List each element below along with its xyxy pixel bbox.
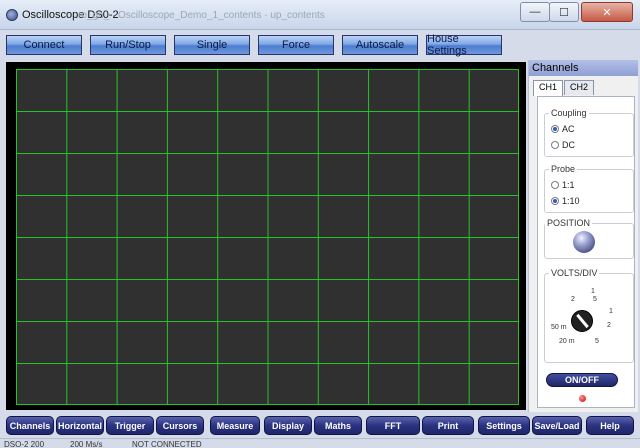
coupling-ac-radio[interactable]: AC xyxy=(551,124,575,134)
position-knob[interactable] xyxy=(573,231,595,253)
channel-status-led xyxy=(579,395,586,402)
position-label: POSITION xyxy=(545,218,593,228)
probe-1-10-radio[interactable]: 1:10 xyxy=(551,196,580,206)
horizontal-button[interactable]: Horizontal xyxy=(56,416,104,435)
display-button[interactable]: Display xyxy=(264,416,312,435)
force-button[interactable]: Force xyxy=(258,35,334,55)
channel-onoff-button[interactable]: ON/OFF xyxy=(546,373,618,387)
volts-div-group: VOLTS/DIV 1 2 5 1 2 50 m 20 m 5 xyxy=(544,268,634,363)
channels-button[interactable]: Channels xyxy=(6,416,54,435)
channel-settings: Coupling AC DC Probe 1:1 1:10 POSITION V… xyxy=(537,96,635,408)
dial-label: 2 xyxy=(607,322,611,329)
dial-label: 1 xyxy=(591,288,595,295)
probe-1-10-label: 1:10 xyxy=(562,196,580,206)
coupling-label: Coupling xyxy=(549,108,589,118)
dial-label: 20 m xyxy=(559,338,575,345)
top-toolbar: Connect Run/Stop Single Force Autoscale … xyxy=(0,30,640,60)
probe-1-1-radio[interactable]: 1:1 xyxy=(551,180,575,190)
volts-div-knob[interactable] xyxy=(571,310,593,332)
house-settings-button[interactable]: House Settings xyxy=(426,33,502,57)
cursors-button[interactable]: Cursors xyxy=(156,416,204,435)
status-rate: 200 Ms/s xyxy=(70,440,103,448)
settings-button[interactable]: Settings xyxy=(478,416,530,435)
window-titlebar: Oscilloscope DS0-2 ro_gn_ · Oscilloscope… xyxy=(0,0,640,30)
print-button[interactable]: Print xyxy=(422,416,474,435)
help-button[interactable]: Help xyxy=(586,416,634,435)
fft-button[interactable]: FFT xyxy=(366,416,420,435)
close-button[interactable]: ✕ xyxy=(581,2,633,22)
channels-panel: Channels CH1 CH2 Coupling AC DC Probe 1:… xyxy=(528,60,638,412)
position-group: POSITION xyxy=(544,218,634,259)
background-title: ro_gn_ · Oscilloscope_Demo_1_contents · … xyxy=(78,10,325,21)
status-bar: DSO-2 200 200 Ms/s NOT CONNECTED xyxy=(0,438,640,448)
status-device: DSO-2 200 xyxy=(4,440,45,448)
probe-label: Probe xyxy=(549,164,578,174)
coupling-ac-label: AC xyxy=(562,124,575,134)
panel-title: Channels xyxy=(529,60,638,76)
coupling-group: Coupling AC DC xyxy=(544,108,634,157)
bottom-toolbar: Channels Horizontal Trigger Cursors Meas… xyxy=(0,412,640,438)
save-load-button[interactable]: Save/Load xyxy=(532,416,582,435)
probe-group: Probe 1:1 1:10 xyxy=(544,164,634,213)
trigger-button[interactable]: Trigger xyxy=(106,416,154,435)
scope-display xyxy=(6,62,526,410)
probe-1-1-label: 1:1 xyxy=(562,180,575,190)
volts-div-label: VOLTS/DIV xyxy=(549,268,600,278)
radio-selected-icon xyxy=(551,197,559,205)
coupling-dc-radio[interactable]: DC xyxy=(551,140,575,150)
app-icon xyxy=(6,9,18,21)
maths-button[interactable]: Maths xyxy=(314,416,362,435)
dial-label: 5 xyxy=(593,296,597,303)
status-connection: NOT CONNECTED xyxy=(132,440,202,448)
connect-button[interactable]: Connect xyxy=(6,35,82,55)
maximize-button[interactable]: ☐ xyxy=(549,2,579,22)
single-button[interactable]: Single xyxy=(174,35,250,55)
radio-selected-icon xyxy=(551,125,559,133)
minimize-button[interactable]: — xyxy=(520,2,550,22)
radio-unselected-icon xyxy=(551,141,559,149)
dial-label: 50 m xyxy=(551,324,567,331)
channel-tabs: CH1 CH2 xyxy=(533,80,595,96)
tab-ch1[interactable]: CH1 xyxy=(533,80,564,96)
scope-grid xyxy=(16,69,519,405)
measure-button[interactable]: Measure xyxy=(210,416,260,435)
radio-unselected-icon xyxy=(551,181,559,189)
autoscale-button[interactable]: Autoscale xyxy=(342,35,418,55)
dial-label: 5 xyxy=(595,338,599,345)
dial-label: 2 xyxy=(571,296,575,303)
dial-label: 1 xyxy=(609,308,613,315)
coupling-dc-label: DC xyxy=(562,140,575,150)
tab-ch2[interactable]: CH2 xyxy=(564,80,595,95)
run-stop-button[interactable]: Run/Stop xyxy=(90,35,166,55)
